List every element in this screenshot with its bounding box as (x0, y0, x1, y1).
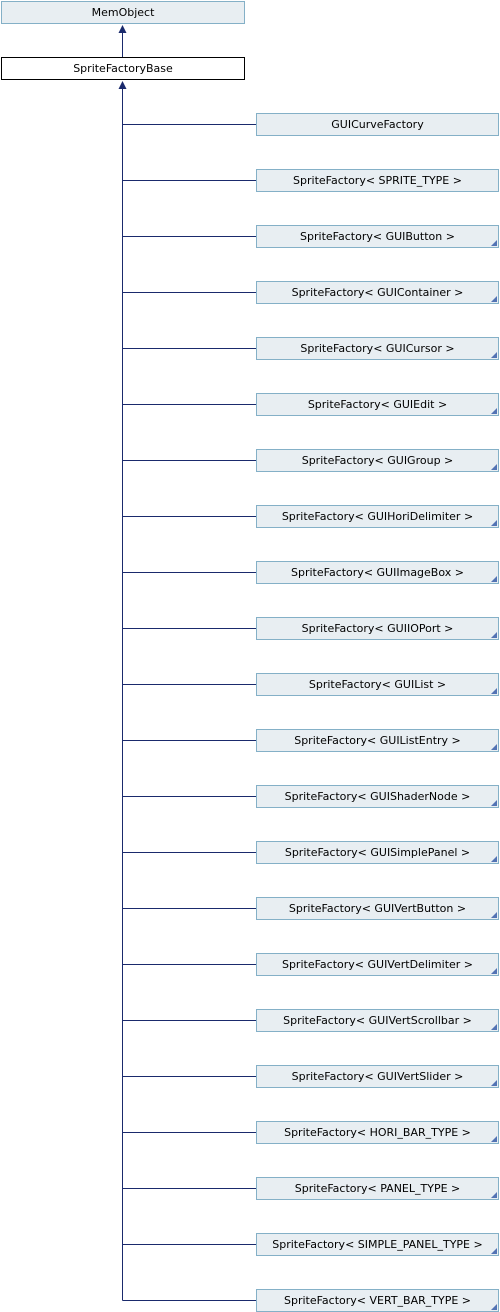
node-spritefactory-guivertslider[interactable]: SpriteFactory< GUIVertSlider > (256, 1065, 499, 1088)
node-spritefactory-guivertbutton[interactable]: SpriteFactory< GUIVertButton > (256, 897, 499, 920)
node-spritefactory-vert-bar-type[interactable]: SpriteFactory< VERT_BAR_TYPE > (256, 1289, 499, 1312)
node-spritefactory-guicursor[interactable]: SpriteFactory< GUICursor > (256, 337, 499, 360)
node-spritefactory-guicontainer[interactable]: SpriteFactory< GUIContainer > (256, 281, 499, 304)
node-spritefactorybase[interactable]: SpriteFactoryBase (1, 57, 245, 80)
node-spritefactory-guiedit[interactable]: SpriteFactory< GUIEdit > (256, 393, 499, 416)
node-guicurvefactory[interactable]: GUICurveFactory (256, 113, 499, 136)
node-spritefactory-guiioport[interactable]: SpriteFactory< GUIIOPort > (256, 617, 499, 640)
node-spritefactory-guisimplepanel[interactable]: SpriteFactory< GUISimplePanel > (256, 841, 499, 864)
node-spritefactory-guibutton[interactable]: SpriteFactory< GUIButton > (256, 225, 499, 248)
node-spritefactory-guihoridelimiter[interactable]: SpriteFactory< GUIHoriDelimiter > (256, 505, 499, 528)
node-spritefactory-guivertscrollbar[interactable]: SpriteFactory< GUIVertScrollbar > (256, 1009, 499, 1032)
node-spritefactory-simple-panel-type[interactable]: SpriteFactory< SIMPLE_PANEL_TYPE > (256, 1233, 499, 1256)
node-spritefactory-panel-type[interactable]: SpriteFactory< PANEL_TYPE > (256, 1177, 499, 1200)
node-spritefactory-sprite-type[interactable]: SpriteFactory< SPRITE_TYPE > (256, 169, 499, 192)
node-spritefactory-guishadernode[interactable]: SpriteFactory< GUIShaderNode > (256, 785, 499, 808)
node-spritefactory-guivertdelimiter[interactable]: SpriteFactory< GUIVertDelimiter > (256, 953, 499, 976)
node-spritefactory-guigroup[interactable]: SpriteFactory< GUIGroup > (256, 449, 499, 472)
inheritance-edges (118, 25, 256, 1301)
node-spritefactory-guiimagebox[interactable]: SpriteFactory< GUIImageBox > (256, 561, 499, 584)
arrowhead-spritefactorybase (118, 81, 127, 89)
arrowhead-memobject (118, 25, 127, 33)
node-spritefactory-guilist[interactable]: SpriteFactory< GUIList > (256, 673, 499, 696)
node-memobject[interactable]: MemObject (1, 1, 245, 24)
node-spritefactory-guilistentry[interactable]: SpriteFactory< GUIListEntry > (256, 729, 499, 752)
node-spritefactory-hori-bar-type[interactable]: SpriteFactory< HORI_BAR_TYPE > (256, 1121, 499, 1144)
